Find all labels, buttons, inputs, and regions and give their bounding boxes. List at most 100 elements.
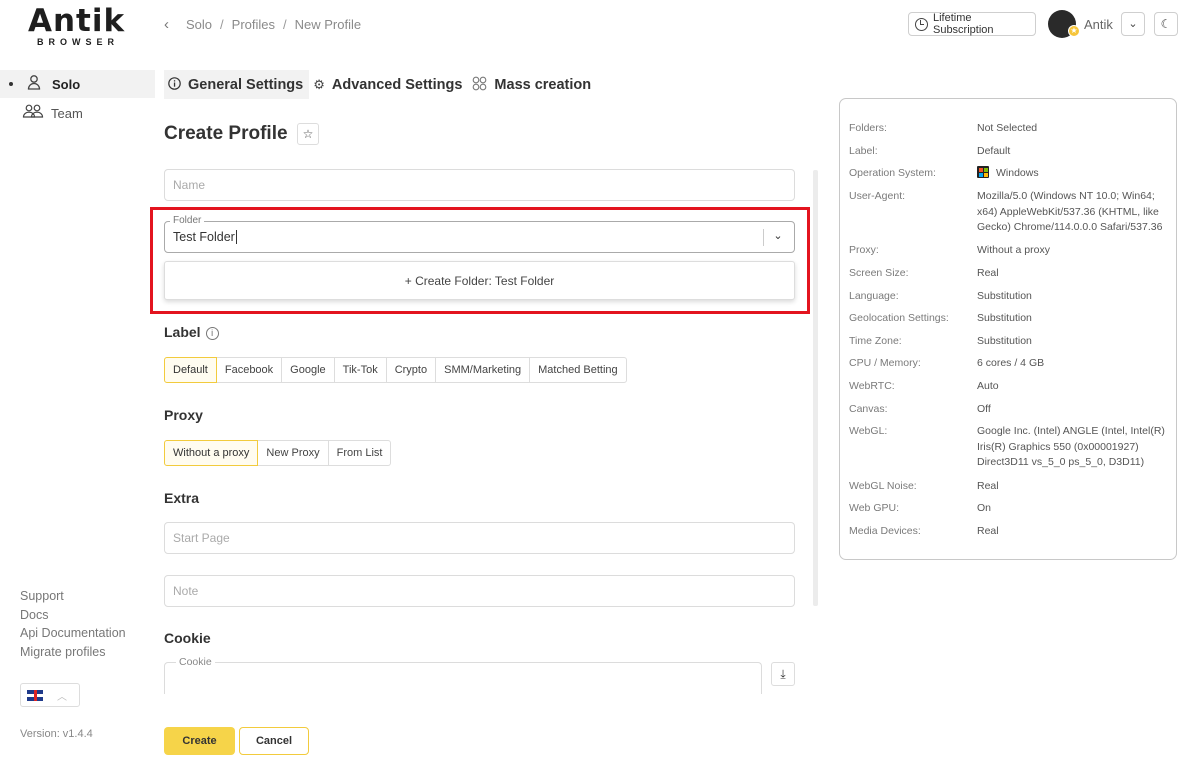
proxy-option-from-list[interactable]: From List [328, 440, 392, 466]
lifetime-subscription-button[interactable]: Lifetime Subscription [908, 12, 1036, 36]
summary-row-media-devices: Media Devices: Real [849, 524, 1169, 540]
back-icon[interactable]: ‹ [164, 16, 169, 33]
app-logo: Antik BROWSER [28, 3, 126, 48]
summary-value: Substitution [977, 290, 1032, 302]
profile-summary-panel: Folders: Not Selected Label: Default Ope… [839, 98, 1177, 560]
label-option-crypto[interactable]: Crypto [386, 357, 437, 383]
cancel-button[interactable]: Cancel [239, 727, 309, 755]
summary-label: Folders: [849, 122, 887, 134]
summary-value: Without a proxy [977, 244, 1050, 256]
language-selector[interactable]: ︿ [20, 683, 80, 707]
active-dot [9, 82, 13, 86]
page-title: Create Profile [164, 123, 288, 144]
label-option-facebook[interactable]: Facebook [216, 357, 283, 383]
summary-label: Time Zone: [849, 335, 902, 347]
summary-row-cpu-memory: CPU / Memory: 6 cores / 4 GB [849, 356, 1169, 372]
api-documentation-link[interactable]: Api Documentation [20, 626, 126, 645]
summary-value: 6 cores / 4 GB [977, 357, 1045, 369]
tab-general-settings[interactable]: General Settings [164, 70, 310, 99]
summary-label: Operation System: [849, 167, 936, 179]
grid-icon [472, 76, 487, 94]
subscription-label: Lifetime Subscription [932, 12, 994, 36]
user-name[interactable]: Antik [1084, 17, 1113, 32]
clock-icon [915, 17, 928, 31]
os-name: Windows [996, 167, 1039, 179]
summary-label: Language: [849, 290, 899, 302]
label-option-matched-betting[interactable]: Matched Betting [530, 357, 627, 383]
breadcrumb-separator: / [220, 17, 224, 32]
sidebar-item-team[interactable]: Team [0, 99, 155, 127]
proxy-option-without[interactable]: Without a proxy [164, 440, 259, 466]
uk-flag-icon [27, 689, 43, 701]
summary-value: Substitution [977, 335, 1032, 347]
settings-tabs: General Settings ⚙ Advanced Settings Mas… [164, 70, 597, 99]
summary-label: Canvas: [849, 403, 888, 415]
summary-value: Auto [977, 380, 999, 392]
sidebar-item-label: Team [51, 105, 83, 121]
label-option-default[interactable]: Default [164, 357, 217, 383]
summary-row-web-gpu: Web GPU: On [849, 501, 1169, 517]
theme-toggle-moon-icon[interactable]: ☾ [1154, 12, 1178, 36]
sidebar-links: Support Docs Api Documentation Migrate p… [20, 589, 126, 663]
tab-advanced-settings[interactable]: ⚙ Advanced Settings [309, 70, 468, 99]
cookie-field-label: Cookie [176, 656, 215, 668]
breadcrumb-solo[interactable]: Solo [186, 17, 212, 32]
sidebar-item-label: Solo [52, 76, 81, 92]
name-input[interactable]: Name [164, 169, 795, 201]
note-input[interactable]: Note [164, 575, 795, 607]
summary-value: Substitution [977, 312, 1032, 324]
tab-label: Advanced Settings [331, 76, 463, 93]
proxy-section-title: Proxy [164, 407, 203, 423]
info-icon[interactable]: i [205, 326, 219, 340]
breadcrumb-profiles[interactable]: Profiles [232, 17, 275, 32]
gear-icon: ⚙ [313, 76, 325, 92]
support-link[interactable]: Support [20, 589, 126, 608]
summary-row-os: Operation System: Windows [849, 166, 1169, 182]
label-option-smm-marketing[interactable]: SMM/Marketing [436, 357, 531, 383]
label-option-tiktok[interactable]: Tik-Tok [334, 357, 387, 383]
version-text: Version: v1.4.4 [20, 728, 93, 740]
create-button[interactable]: Create [164, 727, 235, 755]
docs-link[interactable]: Docs [20, 608, 126, 627]
summary-label: WebRTC: [849, 380, 895, 392]
chevron-up-icon: ︿ [57, 691, 67, 703]
summary-label: Geolocation Settings: [849, 312, 949, 324]
logo-text: Antik [28, 3, 126, 39]
tab-mass-creation[interactable]: Mass creation [468, 70, 597, 99]
summary-value: On [977, 502, 992, 514]
sidebar-item-solo[interactable]: Solo [0, 70, 155, 98]
summary-label: WebGL Noise: [849, 480, 917, 492]
scrollbar[interactable] [813, 170, 818, 606]
summary-label: User-Agent: [849, 190, 906, 202]
extra-section-title: Extra [164, 490, 200, 506]
summary-row-user-agent: User-Agent: Mozilla/5.0 (Windows NT 10.0… [849, 189, 1169, 236]
start-page-input[interactable]: Start Page [164, 522, 795, 554]
migrate-profiles-link[interactable]: Migrate profiles [20, 645, 126, 664]
favorite-star-icon[interactable]: ☆ [297, 123, 319, 145]
proxy-selector: Without a proxy New Proxy From List [164, 440, 392, 466]
summary-value: Mozilla/5.0 (Windows NT 10.0; Win64; x64… [977, 190, 1163, 233]
download-icon[interactable]: ⤓ [771, 662, 795, 686]
summary-value: Real [977, 480, 999, 492]
summary-row-time-zone: Time Zone: Substitution [849, 334, 1169, 350]
summary-value: Real [977, 267, 999, 279]
label-section-title: Label i [164, 324, 219, 340]
summary-value: Real [977, 525, 999, 537]
breadcrumb-separator: / [283, 17, 287, 32]
cookie-textarea[interactable] [164, 662, 762, 694]
breadcrumb-new-profile: New Profile [294, 17, 362, 32]
label-selector: Default Facebook Google Tik-Tok Crypto S… [164, 357, 627, 383]
info-icon [168, 76, 181, 93]
summary-label: Proxy: [849, 244, 879, 256]
user-menu-chevron-icon[interactable]: ⌄ [1121, 12, 1145, 36]
summary-row-folders: Folders: Not Selected [849, 121, 1169, 137]
label-option-google[interactable]: Google [282, 357, 335, 383]
label-title: Label [164, 324, 201, 340]
summary-label: Web GPU: [849, 502, 899, 514]
windows-icon [977, 166, 989, 178]
tab-label: General Settings [188, 76, 304, 93]
summary-label: Media Devices: [849, 525, 921, 537]
summary-row-language: Language: Substitution [849, 289, 1169, 305]
summary-row-geolocation: Geolocation Settings: Substitution [849, 311, 1169, 327]
proxy-option-new[interactable]: New Proxy [258, 440, 329, 466]
